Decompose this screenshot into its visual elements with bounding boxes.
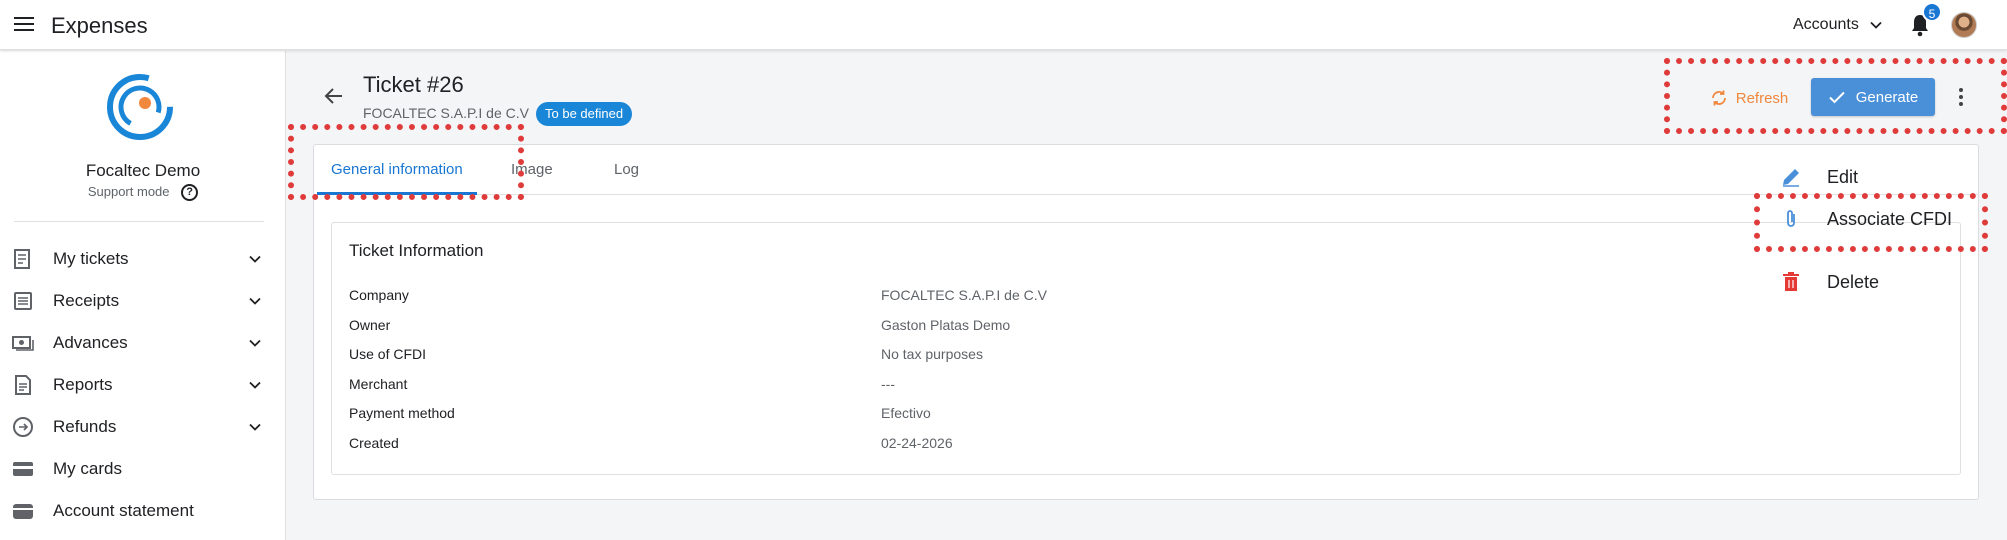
top-app-bar: Expenses Accounts 5 [0, 0, 2007, 50]
notification-count-badge: 5 [1922, 2, 1942, 22]
info-key: Created [349, 434, 399, 451]
tab-bar: General information Image Log [314, 145, 1978, 195]
info-row: Payment method Efectivo [349, 405, 1949, 435]
sidebar-item-label: Advances [53, 333, 128, 352]
menu-item-label: Edit [1827, 166, 1859, 187]
sidebar-item-my-cards[interactable]: My cards [0, 448, 286, 490]
info-rows: Company FOCALTEC S.A.P.I de C.V Owner Gast… [349, 287, 1949, 464]
active-tab-indicator [317, 192, 477, 195]
sidebar-item-label: My cards [53, 459, 122, 478]
sidebar-item-advances[interactable]: Advances [0, 322, 286, 364]
accounts-dropdown[interactable]: Accounts [1793, 16, 1883, 34]
menu-item-delete[interactable]: Delete [1767, 262, 1987, 302]
more-vert-icon[interactable] [1951, 82, 1971, 112]
chevron-down-icon [249, 339, 261, 347]
refresh-button[interactable]: Refresh [1697, 80, 1801, 116]
trash-icon [1783, 272, 1799, 291]
ticket-card: General information Image Log Ticket Inf… [313, 144, 1979, 500]
info-row: Use of CFDI No tax purposes [349, 346, 1949, 376]
chevron-down-icon [249, 381, 261, 389]
support-mode-label: Support mode [87, 184, 170, 199]
menu-item-label: Delete [1827, 271, 1880, 292]
chevron-down-icon [249, 297, 261, 305]
menu-item-edit[interactable]: Edit [1767, 157, 1987, 197]
ticket-information-panel: Ticket Information Company FOCALTEC S.A.P… [331, 222, 1961, 475]
report-icon [15, 375, 31, 395]
info-value: 02-24-2026 [881, 434, 953, 451]
sidebar-item-label: Refunds [53, 417, 117, 436]
sidebar-item-receipts[interactable]: Receipts [0, 280, 286, 322]
list-icon [14, 292, 32, 310]
wallet-icon [13, 504, 33, 519]
info-value: Efectivo [881, 405, 931, 421]
ticket-company: FOCALTEC S.A.P.I de C.V [363, 105, 529, 121]
sidebar-item-label: Reports [53, 375, 113, 394]
sidebar-item-label: Receipts [53, 291, 120, 310]
page-title: Ticket #26 [363, 72, 464, 97]
accounts-label: Accounts [1793, 16, 1859, 33]
tab-log[interactable]: Log [614, 161, 639, 178]
user-avatar[interactable] [1951, 12, 1977, 38]
info-key: Use of CFDI [349, 346, 427, 362]
sidebar-item-label: My tickets [53, 249, 129, 268]
status-badge: To be defined [536, 102, 633, 126]
info-row: Company FOCALTEC S.A.P.I de C.V [349, 287, 1949, 317]
info-key: Payment method [349, 405, 455, 421]
pencil-icon [1783, 169, 1799, 187]
refresh-label: Refresh [1735, 89, 1789, 107]
paperclip-icon [1787, 210, 1795, 227]
hamburger-menu-icon[interactable] [14, 13, 36, 37]
sidebar-nav: My tickets Receipts Advances Reports Ref… [0, 238, 286, 532]
chevron-down-icon [1870, 21, 1882, 29]
back-arrow-icon[interactable] [322, 84, 346, 108]
sidebar-item-refunds[interactable]: Refunds [0, 406, 286, 448]
info-key: Owner [349, 316, 391, 333]
sidebar-item-label: Account statement [53, 501, 194, 520]
section-title: Ticket Information [349, 241, 484, 260]
refund-icon [13, 417, 33, 437]
info-row: Created 02-24-2026 [349, 435, 1949, 465]
info-value: FOCALTEC S.A.P.I de C.V [881, 287, 1047, 303]
cash-icon [12, 336, 34, 351]
app-title: Expenses [51, 13, 148, 38]
info-value: Gaston Platas Demo [881, 316, 1011, 333]
chevron-down-icon [249, 255, 261, 263]
menu-item-label: Associate CFDI [1827, 208, 1953, 229]
sidebar-item-my-tickets[interactable]: My tickets [0, 238, 286, 280]
sidebar-divider [14, 221, 264, 222]
card-icon [13, 462, 33, 476]
check-icon [1829, 91, 1845, 104]
help-icon[interactable]: ? [181, 184, 199, 202]
actions-menu: Edit Associate CFDI Delete [1767, 148, 1987, 308]
focaltec-logo-icon [107, 74, 173, 140]
menu-item-associate-cfdi[interactable]: Associate CFDI [1767, 199, 1987, 239]
sidebar-item-reports[interactable]: Reports [0, 364, 286, 406]
refresh-icon [1711, 90, 1726, 106]
org-name: Focaltec Demo [85, 161, 201, 180]
info-key: Merchant [349, 375, 408, 392]
info-value: --- [881, 375, 895, 392]
support-mode: Support mode ? [0, 184, 286, 202]
generate-label: Generate [1855, 88, 1919, 106]
info-row: Merchant --- [349, 376, 1949, 406]
tab-general-information[interactable]: General information [331, 161, 463, 178]
chevron-down-icon [249, 423, 261, 431]
tab-image[interactable]: Image [511, 161, 553, 178]
sidebar-item-account-statement[interactable]: Account statement [0, 490, 286, 532]
info-row: Owner Gaston Platas Demo [349, 317, 1949, 347]
info-key: Company [349, 287, 409, 303]
receipt-icon [14, 249, 30, 269]
info-value: No tax purposes [881, 346, 983, 362]
generate-button[interactable]: Generate [1811, 78, 1935, 116]
sidebar: Focaltec Demo Support mode ? My tickets … [0, 51, 286, 540]
